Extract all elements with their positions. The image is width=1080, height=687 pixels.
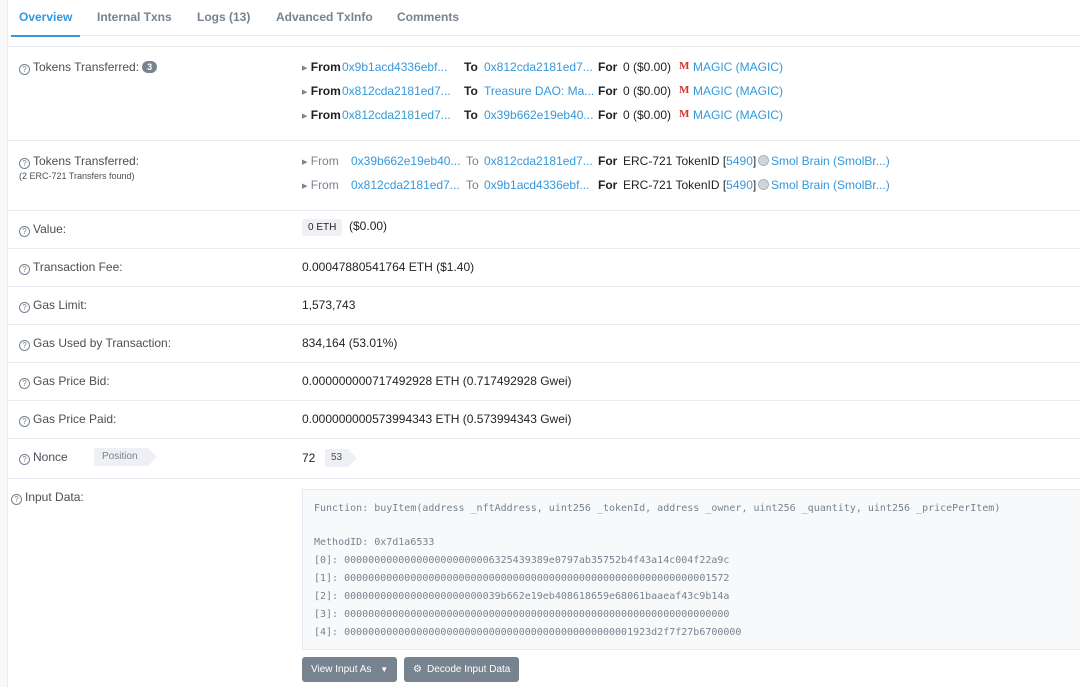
caret-right-icon: ▶ — [302, 65, 308, 72]
gas-price-bid-value: 0.000000000717492928 ETH (0.717492928 Gw… — [302, 374, 572, 388]
token-id-link[interactable]: 5490 — [726, 154, 753, 168]
gas-price-paid-row: ? Gas Price Paid: 0.000000000573994343 ET… — [8, 401, 1080, 439]
input-param: [2]: 00000000000000000000000039b662e19eb… — [314, 591, 730, 602]
help-icon[interactable]: ? — [19, 454, 30, 465]
caret-right-icon: ▶ — [302, 113, 308, 120]
transaction-fee-label: ? Transaction Fee: — [19, 260, 123, 275]
nonce-label: ? Nonce Position — [19, 448, 159, 468]
gas-used-row: ? Gas Used by Transaction: 834,164 (53.01… — [8, 325, 1080, 363]
tab-logs[interactable]: Logs (13) — [197, 0, 250, 36]
token-id-link[interactable]: 5490 — [726, 178, 753, 192]
magic-token-icon: M — [679, 60, 690, 72]
nft-token-link[interactable]: Smol Brain (SmolBr...) — [771, 178, 890, 192]
help-icon[interactable]: ? — [19, 340, 30, 351]
from-address-link[interactable]: 0x812cda2181ed7... — [342, 108, 451, 122]
to-address-link[interactable]: 0x812cda2181ed7... — [484, 60, 593, 74]
tab-comments[interactable]: Comments — [397, 0, 459, 36]
nft-transfer-count: (2 ERC-721 Transfers found) — [19, 171, 135, 181]
tab-advanced-txinfo[interactable]: Advanced TxInfo — [276, 0, 373, 36]
magic-token-icon: M — [679, 84, 690, 96]
gas-limit-label: ? Gas Limit: — [19, 298, 87, 313]
function-signature: Function: buyItem(address _nftAddress, u… — [314, 503, 1001, 514]
tokens-transferred-row: ? Tokens Transferred: 3 ▶ From 0x9b1acd433… — [8, 47, 1080, 141]
nonce-value: 72 53 — [302, 449, 382, 469]
help-icon[interactable]: ? — [19, 416, 30, 427]
value-row: ? Value: 0 ETH ($0.00) — [8, 211, 1080, 249]
help-icon[interactable]: ? — [19, 64, 30, 75]
from-address-link[interactable]: 0x39b662e19eb40... — [351, 154, 460, 168]
nft-token-link[interactable]: Smol Brain (SmolBr...) — [771, 154, 890, 168]
value-label: ? Value: — [19, 222, 66, 237]
help-icon[interactable]: ? — [19, 226, 30, 237]
tab-overview[interactable]: Overview — [10, 0, 81, 37]
chevron-down-icon: ▼ — [380, 665, 389, 674]
input-param: [1]: 00000000000000000000000000000000000… — [314, 573, 730, 584]
gas-price-bid-row: ? Gas Price Bid: 0.000000000717492928 ETH… — [8, 363, 1080, 401]
help-icon[interactable]: ? — [19, 378, 30, 389]
from-address-link[interactable]: 0x812cda2181ed7... — [351, 178, 460, 192]
left-gutter — [0, 0, 8, 687]
gas-used-value: 834,164 (53.01%) — [302, 336, 398, 350]
help-icon[interactable]: ? — [19, 302, 30, 313]
to-address-link[interactable]: Treasure DAO: Ma... — [484, 84, 594, 98]
token-link[interactable]: MAGIC (MAGIC) — [693, 108, 783, 122]
input-param: [0]: 0000000000000000000000006325439389e… — [314, 555, 730, 566]
position-value-chip: 53 — [325, 449, 358, 467]
nft-transferred-row: ? Tokens Transferred: (2 ERC-721 Transfer… — [8, 141, 1080, 211]
gas-price-paid-label: ? Gas Price Paid: — [19, 412, 116, 427]
position-tag: Position — [94, 448, 157, 466]
input-param: [4]: 00000000000000000000000000000000000… — [314, 627, 742, 638]
token-link[interactable]: MAGIC (MAGIC) — [693, 60, 783, 74]
eth-value-chip: 0 ETH — [302, 219, 343, 236]
method-id: MethodID: 0x7d1a6533 — [314, 537, 435, 548]
gas-used-label: ? Gas Used by Transaction: — [19, 336, 171, 351]
smol-brain-icon — [758, 179, 769, 190]
view-input-as-button[interactable]: View Input As ▼ — [302, 657, 398, 682]
gas-limit-row: ? Gas Limit: 1,573,743 — [8, 287, 1080, 325]
to-address-link[interactable]: 0x39b662e19eb40... — [484, 108, 593, 122]
input-data-label: ? Input Data: — [11, 490, 84, 505]
caret-right-icon: ▶ — [302, 159, 308, 166]
from-address-link[interactable]: 0x812cda2181ed7... — [342, 84, 451, 98]
gas-price-paid-value: 0.000000000573994343 ETH (0.573994343 Gw… — [302, 412, 572, 426]
smol-brain-icon — [758, 155, 769, 166]
caret-right-icon: ▶ — [302, 183, 308, 190]
to-address-link[interactable]: 0x9b1acd4336ebf... — [484, 178, 589, 192]
token-link[interactable]: MAGIC (MAGIC) — [693, 84, 783, 98]
tab-bar: Overview Internal Txns Logs (13) Advance… — [8, 0, 1080, 37]
help-icon[interactable]: ? — [19, 158, 30, 169]
transaction-fee-row: ? Transaction Fee: 0.00047880541764 ETH (… — [8, 249, 1080, 287]
gas-price-bid-label: ? Gas Price Bid: — [19, 374, 110, 389]
decode-input-data-button[interactable]: ⚙ Decode Input Data — [404, 657, 520, 682]
to-address-link[interactable]: 0x812cda2181ed7... — [484, 154, 593, 168]
input-data-box[interactable]: Function: buyItem(address _nftAddress, u… — [302, 489, 1080, 650]
tab-internal-txns[interactable]: Internal Txns — [97, 0, 172, 36]
gas-limit-value: 1,573,743 — [302, 298, 356, 312]
tokens-transferred-label: ? Tokens Transferred: 3 — [19, 60, 158, 75]
decode-icon: ⚙ — [413, 664, 422, 675]
transfer-count-badge: 3 — [142, 61, 158, 73]
help-icon[interactable]: ? — [11, 494, 22, 505]
input-param: [3]: 00000000000000000000000000000000000… — [314, 609, 730, 620]
magic-token-icon: M — [679, 108, 690, 120]
help-icon[interactable]: ? — [19, 264, 30, 275]
nonce-row: ? Nonce Position 72 53 — [8, 439, 1080, 479]
transaction-fee-value: 0.00047880541764 ETH ($1.40) — [302, 260, 475, 274]
value-amount: 0 ETH ($0.00) — [302, 219, 387, 236]
caret-right-icon: ▶ — [302, 89, 308, 96]
nft-transferred-label: ? Tokens Transferred: — [19, 154, 139, 169]
from-address-link[interactable]: 0x9b1acd4336ebf... — [342, 60, 447, 74]
